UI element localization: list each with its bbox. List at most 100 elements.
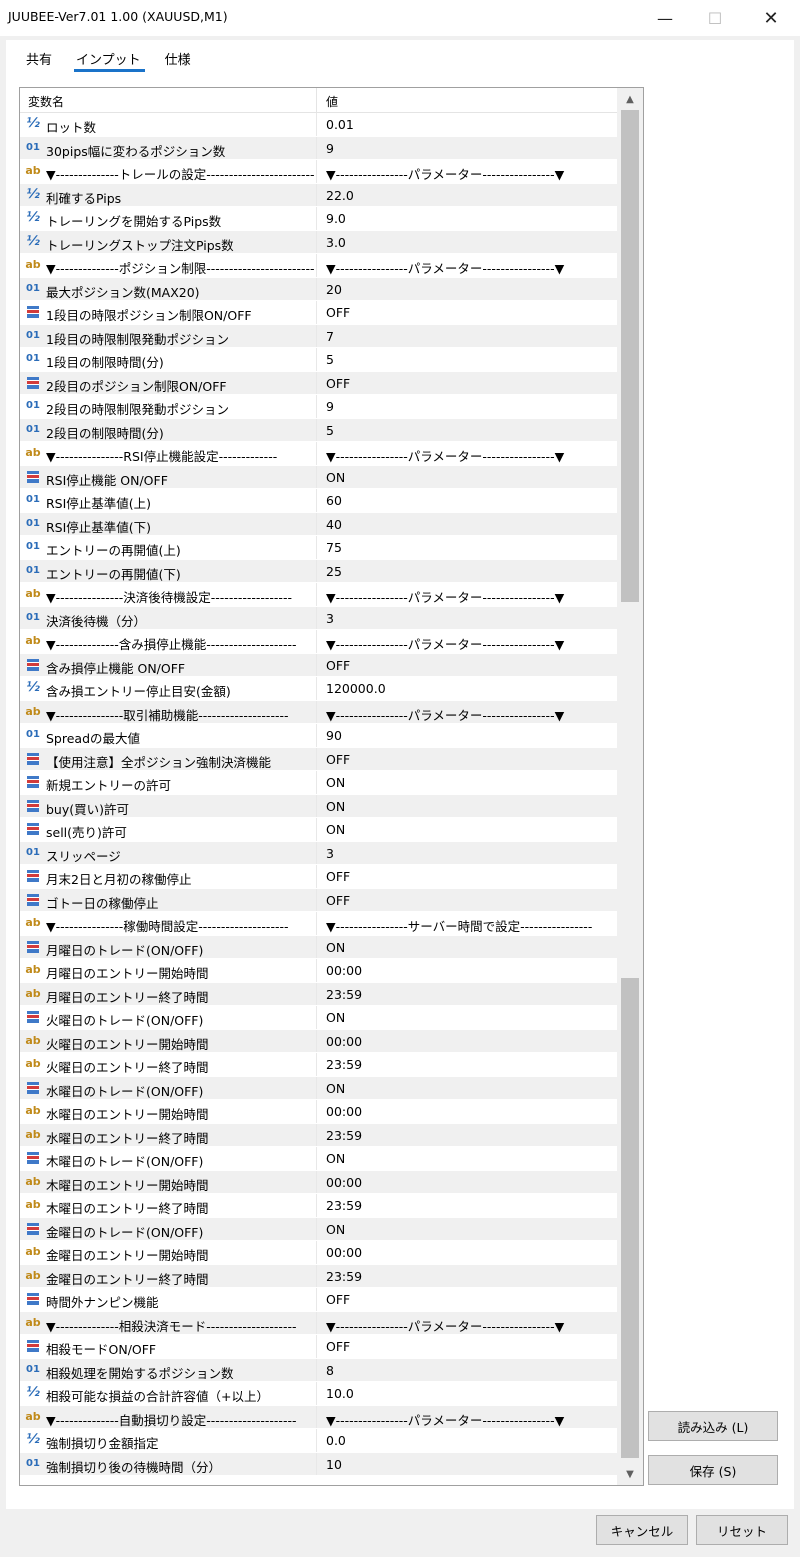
variable-value[interactable]: ON [326, 1222, 614, 1237]
variable-value[interactable]: 8 [326, 1363, 614, 1378]
table-row[interactable]: ab 金曜日のエントリー開始時間 00:00 [20, 1241, 617, 1265]
variable-value[interactable]: 0.0 [326, 1433, 614, 1448]
table-row[interactable]: ab 月曜日のエントリー終了時間 23:59 [20, 982, 617, 1006]
variable-value[interactable]: ON [326, 1081, 614, 1096]
variable-value[interactable]: OFF [326, 658, 614, 673]
column-header-name[interactable]: 変数名 [28, 93, 64, 110]
variable-value[interactable]: 20 [326, 282, 614, 297]
table-row[interactable]: ab ▼--------------トレールの設定----------------… [20, 160, 617, 184]
table-row[interactable]: buy(買い)許可 ON [20, 794, 617, 818]
variable-value[interactable]: 00:00 [326, 963, 614, 978]
close-icon[interactable]: ✕ [748, 0, 794, 36]
variable-value[interactable]: ▼----------------パラメーター----------------▼ [326, 634, 614, 653]
table-row[interactable]: ½ 相殺可能な損益の合計許容値（+以上） 10.0 [20, 1382, 617, 1406]
variable-value[interactable]: ON [326, 799, 614, 814]
table-row[interactable]: ½ トレーリングを開始するPips数 9.0 [20, 207, 617, 231]
variable-value[interactable]: ▼----------------パラメーター----------------▼ [326, 1316, 614, 1335]
table-row[interactable]: 火曜日のトレード(ON/OFF) ON [20, 1006, 617, 1030]
table-row[interactable]: 01 1段目の制限時間(分) 5 [20, 348, 617, 372]
table-row[interactable]: 金曜日のトレード(ON/OFF) ON [20, 1217, 617, 1241]
maximize-icon[interactable]: ☐ [692, 0, 738, 36]
table-row[interactable]: 01 最大ポジション数(MAX20) 20 [20, 277, 617, 301]
table-row[interactable]: 01 RSI停止基準値(下) 40 [20, 512, 617, 536]
table-row[interactable]: ½ トレーリングストップ注文Pips数 3.0 [20, 230, 617, 254]
table-row[interactable]: 木曜日のトレード(ON/OFF) ON [20, 1147, 617, 1171]
table-row[interactable]: ½ 利確するPips 22.0 [20, 183, 617, 207]
variable-value[interactable]: 9 [326, 399, 614, 414]
tab-spec[interactable]: 仕様 [153, 46, 203, 72]
table-row[interactable]: 01 30pips幅に変わるポジション数 9 [20, 136, 617, 160]
table-row[interactable]: ab ▼---------------稼働時間設定----------------… [20, 912, 617, 936]
table-row[interactable]: RSI停止機能 ON/OFF ON [20, 465, 617, 489]
variable-value[interactable]: 25 [326, 564, 614, 579]
table-row[interactable]: ab 水曜日のエントリー終了時間 23:59 [20, 1123, 617, 1147]
variable-value[interactable]: OFF [326, 305, 614, 320]
variable-value[interactable]: 60 [326, 493, 614, 508]
table-row[interactable]: ab ▼---------------決済後待機設定---------------… [20, 583, 617, 607]
table-row[interactable]: 含み損停止機能 ON/OFF OFF [20, 653, 617, 677]
variable-value[interactable]: OFF [326, 1339, 614, 1354]
variable-value[interactable]: ON [326, 940, 614, 955]
variable-value[interactable]: ▼----------------サーバー時間で設定--------------… [326, 916, 614, 935]
table-row[interactable]: 新規エントリーの許可 ON [20, 771, 617, 795]
table-row[interactable]: ab 月曜日のエントリー開始時間 00:00 [20, 959, 617, 983]
table-row[interactable]: ab 火曜日のエントリー開始時間 00:00 [20, 1029, 617, 1053]
variable-value[interactable]: ON [326, 775, 614, 790]
variable-value[interactable]: 23:59 [326, 1057, 614, 1072]
table-row[interactable]: ½ 強制損切り金額指定 0.0 [20, 1429, 617, 1453]
table-row[interactable]: 月曜日のトレード(ON/OFF) ON [20, 935, 617, 959]
variable-value[interactable]: 23:59 [326, 1198, 614, 1213]
vertical-scrollbar[interactable]: ▲ ▼ [617, 88, 643, 1485]
variable-value[interactable]: 23:59 [326, 1269, 614, 1284]
variable-value[interactable]: 40 [326, 517, 614, 532]
column-header-value[interactable]: 値 [326, 93, 338, 110]
table-row[interactable]: ab ▼--------------相殺決済モード----------------… [20, 1311, 617, 1335]
variable-value[interactable]: OFF [326, 1292, 614, 1307]
tab-inputs[interactable]: インプット [64, 46, 153, 72]
table-row[interactable]: 01 1段目の時限制限発動ポジション 7 [20, 324, 617, 348]
variable-value[interactable]: ▼----------------パラメーター----------------▼ [326, 1410, 614, 1429]
variable-value[interactable]: ▼----------------パラメーター----------------▼ [326, 446, 614, 465]
table-row[interactable]: 01 決済後待機（分） 3 [20, 606, 617, 630]
column-divider[interactable] [316, 88, 317, 113]
table-row[interactable]: 【使用注意】全ポジション強制決済機能 OFF [20, 747, 617, 771]
variable-value[interactable]: 120000.0 [326, 681, 614, 696]
table-row[interactable]: 01 エントリーの再開値(下) 25 [20, 559, 617, 583]
variable-value[interactable]: ▼----------------パラメーター----------------▼ [326, 258, 614, 277]
table-row[interactable]: ab 木曜日のエントリー開始時間 00:00 [20, 1170, 617, 1194]
table-row[interactable]: ab 金曜日のエントリー終了時間 23:59 [20, 1264, 617, 1288]
table-row[interactable]: sell(売り)許可 ON [20, 818, 617, 842]
variable-value[interactable]: ON [326, 822, 614, 837]
variable-value[interactable]: 3 [326, 846, 614, 861]
table-row[interactable]: ab 火曜日のエントリー終了時間 23:59 [20, 1053, 617, 1077]
variable-value[interactable]: 10 [326, 1457, 614, 1472]
table-row[interactable]: 01 Spreadの最大値 90 [20, 724, 617, 748]
variable-value[interactable]: 5 [326, 423, 614, 438]
variable-value[interactable]: 7 [326, 329, 614, 344]
variable-value[interactable]: 3.0 [326, 235, 614, 250]
variable-value[interactable]: 23:59 [326, 1128, 614, 1143]
variable-value[interactable]: 00:00 [326, 1104, 614, 1119]
table-row[interactable]: ab ▼--------------ポジション制限----------------… [20, 254, 617, 278]
table-row[interactable]: 時間外ナンピン機能 OFF [20, 1288, 617, 1312]
table-row[interactable]: ab ▼--------------自動損切り設定----------------… [20, 1405, 617, 1429]
variable-value[interactable]: 23:59 [326, 987, 614, 1002]
variable-value[interactable]: ON [326, 1151, 614, 1166]
variable-value[interactable]: ▼----------------パラメーター----------------▼ [326, 587, 614, 606]
table-row[interactable]: 01 エントリーの再開値(上) 75 [20, 536, 617, 560]
table-row[interactable]: 01 2段目の制限時間(分) 5 [20, 418, 617, 442]
table-row[interactable]: 01 2段目の時限制限発動ポジション 9 [20, 395, 617, 419]
cancel-button[interactable]: キャンセル [596, 1515, 688, 1545]
table-row[interactable]: 水曜日のトレード(ON/OFF) ON [20, 1076, 617, 1100]
table-row[interactable]: ½ ロット数 0.01 [20, 113, 617, 137]
table-row[interactable]: 01 スリッページ 3 [20, 841, 617, 865]
variable-value[interactable]: 0.01 [326, 117, 614, 132]
table-row[interactable]: ab 木曜日のエントリー終了時間 23:59 [20, 1194, 617, 1218]
variable-value[interactable]: OFF [326, 869, 614, 884]
variable-value[interactable]: 00:00 [326, 1245, 614, 1260]
scroll-up-icon[interactable]: ▲ [617, 88, 643, 110]
table-row[interactable]: 1段目の時限ポジション制限ON/OFF OFF [20, 301, 617, 325]
reset-button[interactable]: リセット [696, 1515, 788, 1545]
table-row[interactable]: 月末2日と月初の稼働停止 OFF [20, 865, 617, 889]
variable-value[interactable]: 9.0 [326, 211, 614, 226]
